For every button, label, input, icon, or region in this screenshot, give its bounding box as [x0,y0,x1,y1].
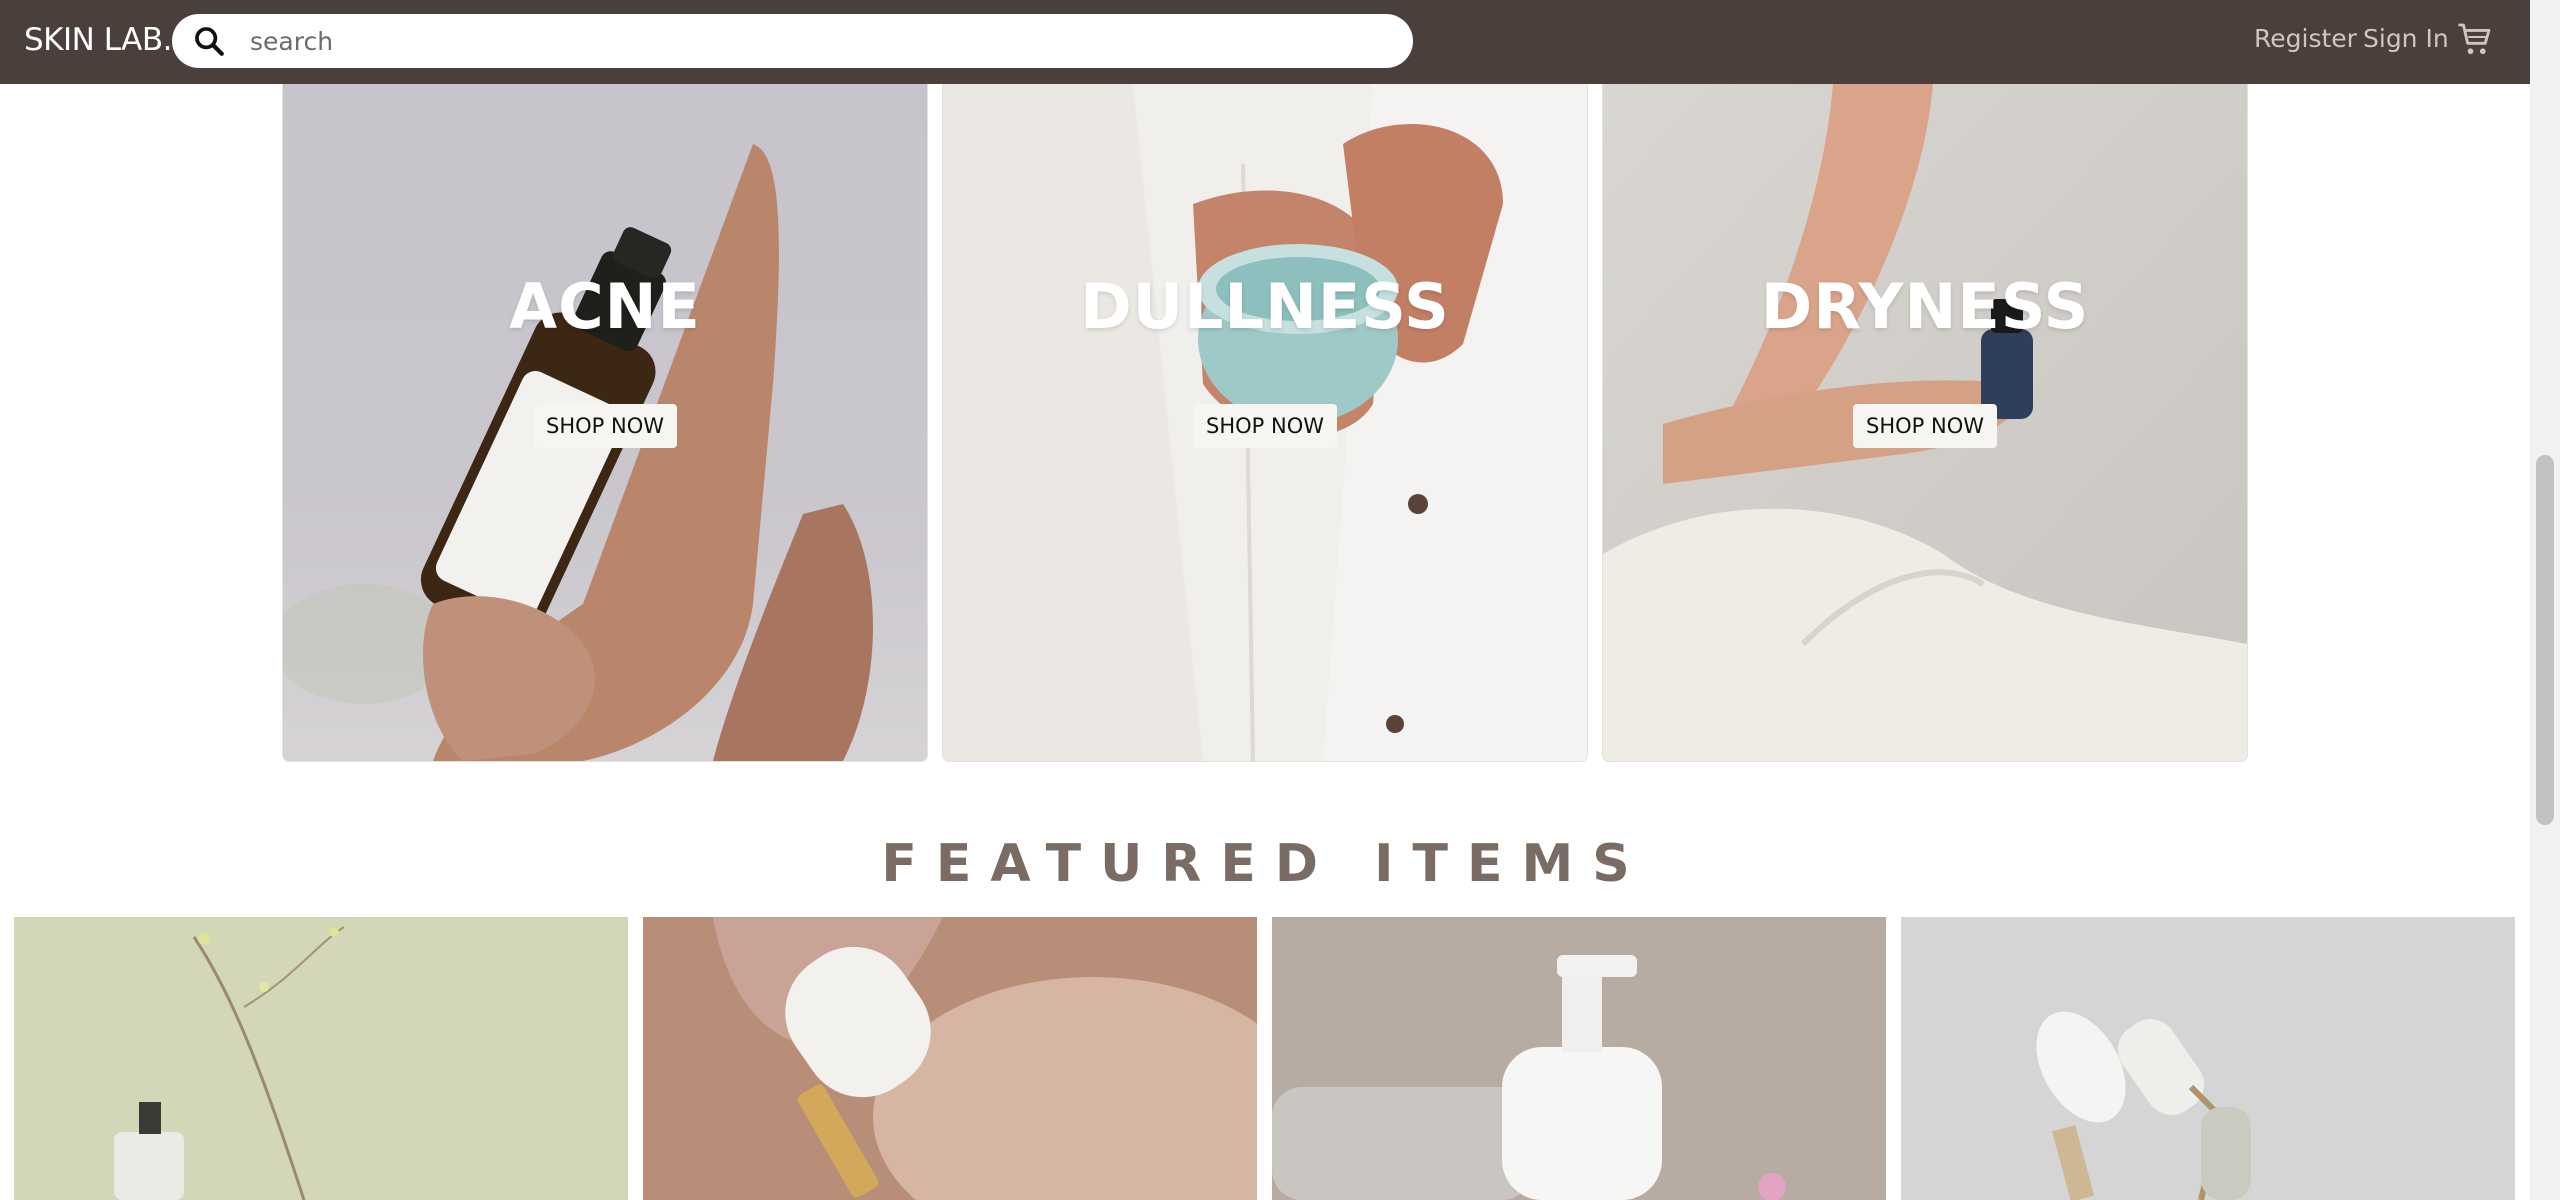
category-card-dullness[interactable]: DULLNESS SHOP NOW [943,84,1587,761]
category-title: ACNE [509,270,701,343]
search-bar[interactable] [172,14,1413,68]
brand-logo[interactable]: SKIN LAB. [24,22,173,58]
category-title: DRYNESS [1760,270,2090,343]
category-card-acne[interactable]: ACNE SHOP NOW [283,84,927,761]
shop-now-button[interactable]: SHOP NOW [1193,404,1337,448]
featured-item-card[interactable] [1272,917,1886,1200]
cart-icon[interactable] [2456,22,2494,58]
featured-item-card[interactable] [14,917,628,1200]
category-card-dryness[interactable]: DRYNESS SHOP NOW [1603,84,2247,761]
sign-in-link[interactable]: Sign In [2363,24,2449,53]
featured-items-heading: FEATURED ITEMS [881,834,1649,894]
search-icon[interactable] [192,24,226,58]
shop-now-button[interactable]: SHOP NOW [533,404,677,448]
search-input[interactable] [250,26,1350,56]
shop-now-button[interactable]: SHOP NOW [1853,404,1997,448]
featured-item-image [1901,917,2515,1200]
featured-item-image [14,917,628,1200]
featured-item-image [1272,917,1886,1200]
scrollbar-thumb[interactable] [2536,455,2554,825]
category-title: DULLNESS [1080,270,1450,343]
featured-item-card[interactable] [643,917,1257,1200]
register-link[interactable]: Register [2254,24,2357,53]
top-navbar: SKIN LAB. Register Sign In [0,0,2530,84]
featured-item-card[interactable] [1901,917,2515,1200]
featured-item-image [643,917,1257,1200]
